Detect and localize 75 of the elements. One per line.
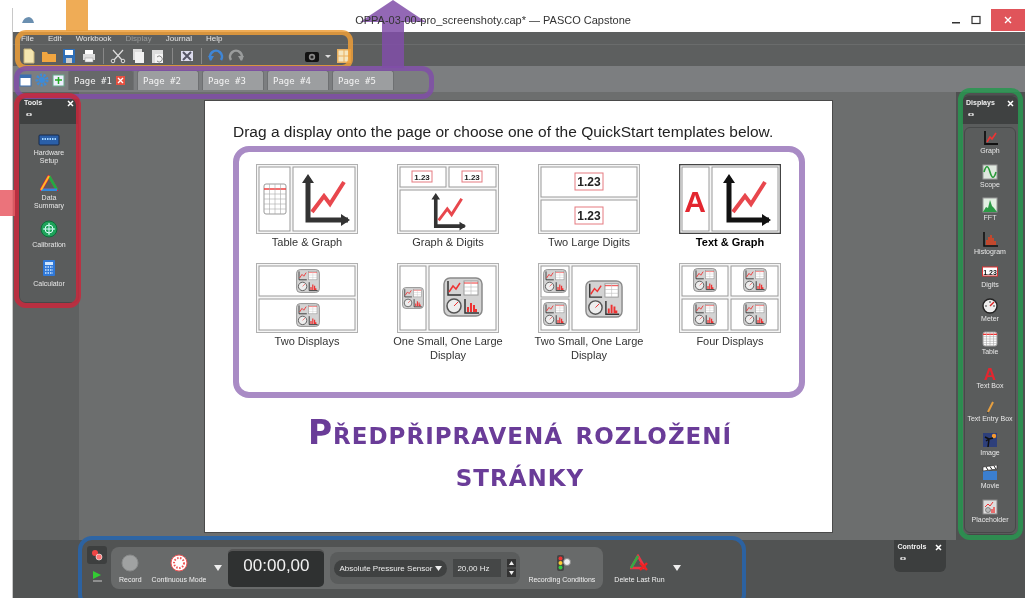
digits-sample: 1.23 (414, 172, 430, 182)
caption-heading: Předpřipravená rozložení stránky (306, 412, 734, 496)
timer-display: 00:00,00 (228, 549, 325, 587)
template-label[interactable]: Two Large Digits (524, 235, 654, 249)
scissors-icon[interactable] (110, 47, 126, 64)
pin-icon[interactable] (967, 112, 975, 117)
window-icon[interactable] (19, 74, 32, 87)
digits-sample: 1.23 (464, 172, 480, 182)
save-icon[interactable] (61, 47, 77, 64)
callout-bar (0, 190, 15, 216)
calculator-icon (42, 259, 56, 277)
menu-item[interactable]: Edit (47, 33, 62, 43)
caret-icon (435, 565, 443, 571)
template-thumbnail[interactable] (256, 164, 358, 234)
template-label[interactable]: Text & Graph (665, 235, 795, 249)
caret-icon[interactable] (214, 565, 223, 571)
play-icon[interactable] (91, 570, 103, 582)
record-mode-button[interactable] (87, 546, 107, 564)
template-label[interactable]: Table & Graph (242, 235, 372, 249)
record-dots-icon (91, 549, 103, 561)
template-label[interactable]: One Small, One Large Display (383, 334, 513, 362)
template-label[interactable]: Two Displays (242, 334, 372, 348)
template-label[interactable]: Two Small, One Large Display (524, 334, 654, 362)
menu-item[interactable]: File (21, 33, 34, 43)
template-thumbnail[interactable]: 1.23 1.23 (538, 164, 640, 234)
instruction-text: Drag a display onto the page or choose one of the QuickStart templates below. (233, 123, 775, 140)
caret-icon[interactable] (672, 565, 681, 571)
template-thumbnail[interactable]: A (679, 164, 781, 234)
copy-icon[interactable] (130, 47, 146, 64)
app-icon (21, 15, 35, 25)
record-icon (121, 553, 140, 572)
clapperboard-icon (982, 465, 998, 481)
graph-icon (982, 130, 998, 146)
template-thumbnail[interactable] (679, 263, 781, 333)
page-layout-icon[interactable] (52, 74, 65, 87)
text-sample: A (684, 185, 706, 218)
template-thumbnail[interactable] (256, 263, 358, 333)
paste-icon[interactable] (150, 47, 166, 64)
template-thumbnail[interactable] (538, 263, 640, 333)
close-icon (1004, 16, 1012, 24)
menu-item[interactable]: Journal (165, 33, 193, 43)
pin-icon[interactable] (898, 556, 907, 561)
close-icon[interactable] (1007, 100, 1014, 107)
close-icon[interactable] (67, 100, 74, 107)
crosshair-icon (40, 220, 58, 238)
placeholder-icon (982, 498, 998, 515)
spinner-icon[interactable] (507, 559, 517, 577)
menu-item[interactable]: Workbook (75, 33, 112, 43)
sensor-dropdown[interactable]: Absolute Pressure Sensor (334, 559, 448, 577)
template-thumbnail[interactable] (397, 263, 499, 333)
hardware-interface-icon (38, 134, 60, 146)
page-tab[interactable]: Page #1 (68, 70, 134, 90)
digits-sample: 1.23 (577, 209, 601, 224)
template-label[interactable]: Graph & Digits (383, 235, 513, 249)
triangle-delete-icon (630, 553, 649, 572)
spectrum-icon (982, 197, 998, 213)
digits-sample: 1.23 (577, 175, 601, 190)
dotted-circle-icon (170, 553, 188, 572)
triangle-icon (40, 175, 58, 191)
close-icon[interactable] (115, 76, 125, 85)
table-icon (982, 331, 998, 347)
maximize-icon[interactable] (971, 15, 981, 25)
pin-icon[interactable] (25, 112, 33, 117)
landscape-image-icon (982, 431, 998, 448)
gauge-icon (982, 297, 998, 314)
rate-field[interactable]: 20,00 Hz (453, 559, 502, 577)
new-file-icon[interactable] (21, 47, 37, 64)
template-thumbnail[interactable]: 1.23 1.23 (397, 164, 499, 234)
histogram-icon (982, 230, 998, 247)
menu-item[interactable]: Help (206, 33, 223, 43)
printer-icon[interactable] (81, 47, 97, 64)
oscilloscope-icon (982, 163, 998, 180)
template-label[interactable]: Four Displays (665, 334, 795, 348)
close-icon[interactable] (934, 544, 942, 551)
letter-icon: A (982, 364, 998, 381)
